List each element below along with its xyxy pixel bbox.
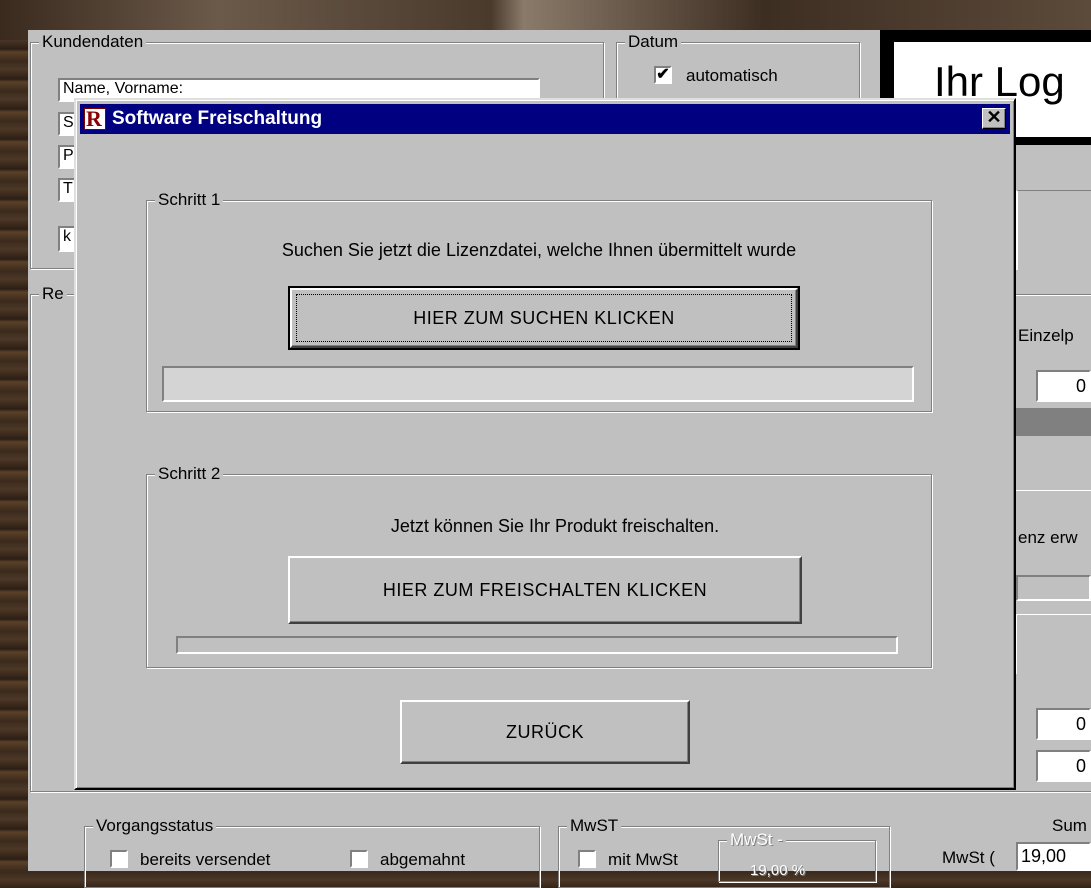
vat-rate-value: 19,00 (1021, 846, 1067, 866)
difference-field[interactable] (1016, 575, 1091, 601)
amount-value-2: 0 (1075, 756, 1086, 776)
right-box (1016, 614, 1091, 674)
search-license-button[interactable]: HIER ZUM SUCHEN KLICKEN (288, 286, 800, 350)
amount-field-1[interactable]: 0 (1036, 708, 1091, 740)
with-vat-checkbox[interactable] (578, 850, 596, 868)
invoice-group-title: Re (39, 284, 67, 304)
status-group-title: Vorgangsstatus (93, 816, 217, 836)
amount-field-2[interactable]: 0 (1036, 750, 1091, 782)
activate-label: HIER ZUM FREISCHALTEN KLICKEN (382, 579, 708, 600)
unit-price-value: 0 (1075, 376, 1086, 396)
vat-rate-label: MwSt ( (942, 848, 995, 867)
close-icon: ✕ (986, 107, 1002, 127)
vat-sub-title: MwSt - (727, 830, 786, 850)
right-divider (1016, 490, 1091, 491)
unit-price-header: Einzelp (1018, 326, 1074, 345)
step1-title: Schritt 1 (155, 190, 224, 210)
focus-rect (296, 294, 792, 342)
customer-data-title: Kundendaten (39, 32, 147, 52)
vat-group-title: MwST (567, 816, 622, 836)
sum-label: Sum (1052, 816, 1087, 835)
unit-price-field[interactable]: 0 (1036, 370, 1091, 402)
step2-progress-bar (176, 636, 898, 654)
dialog-title: Software Freischaltung (112, 108, 323, 129)
step2-instruction: Jetzt können Sie Ihr Produkt freischalte… (390, 516, 720, 536)
sent-checkbox[interactable] (110, 850, 128, 868)
sent-label: bereits versendet (140, 850, 271, 869)
logo-frame (1016, 190, 1091, 270)
auto-date-checkbox[interactable]: ✔ (654, 66, 672, 84)
step1-instruction: Suchen Sie jetzt die Lizenzdatei, welche… (281, 240, 797, 260)
step2-title: Schritt 2 (155, 464, 224, 484)
dark-bar (1016, 408, 1091, 436)
activate-button[interactable]: HIER ZUM FREISCHALTEN KLICKEN (288, 556, 802, 624)
step1-progress-bar (162, 366, 914, 402)
app-logo-icon: R (84, 107, 106, 131)
close-button[interactable]: ✕ (982, 108, 1006, 129)
back-label: ZURÜCK (506, 721, 584, 742)
dialog-titlebar[interactable]: R Software Freischaltung ✕ (80, 104, 1010, 134)
difference-label: enz erw (1018, 528, 1078, 547)
reminded-label: abgemahnt (380, 850, 466, 869)
reminded-checkbox[interactable] (350, 850, 368, 868)
date-group-title: Datum (625, 32, 682, 52)
amount-value-1: 0 (1075, 714, 1086, 734)
vat-rate-field[interactable]: 19,00 (1016, 842, 1091, 871)
with-vat-label: mit MwSt (608, 850, 678, 869)
auto-date-label: automatisch (686, 66, 778, 85)
activation-dialog: R Software Freischaltung ✕ Schritt 1 Suc… (74, 98, 1016, 790)
back-button[interactable]: ZURÜCK (400, 700, 690, 764)
